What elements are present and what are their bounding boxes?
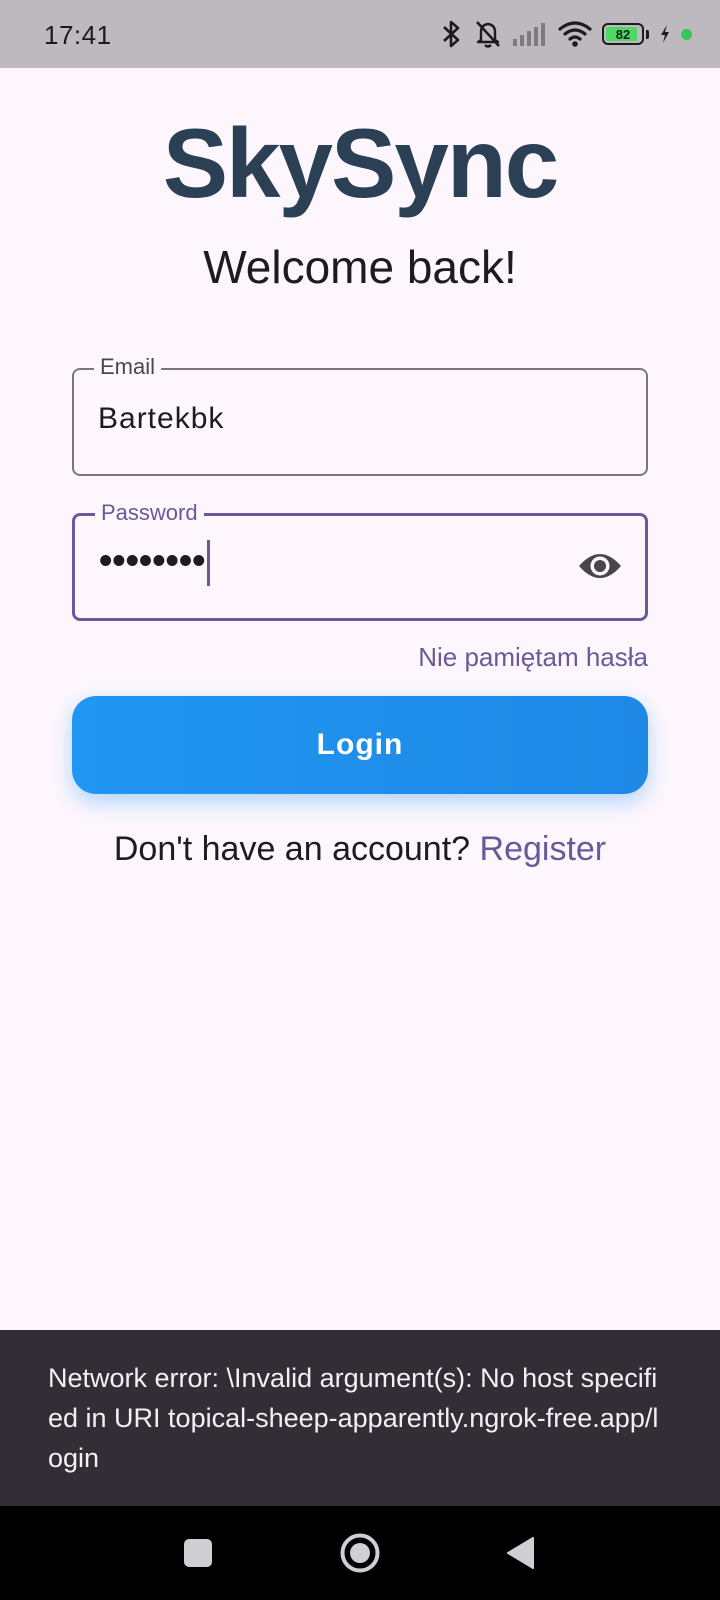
password-field[interactable]: Password ••••••••: [72, 500, 648, 621]
email-field[interactable]: Email Bartekbk: [72, 354, 648, 476]
battery-level: 82: [615, 26, 631, 42]
wifi-icon: [558, 20, 592, 48]
email-label: Email: [94, 354, 162, 380]
recents-square-icon[interactable]: [158, 1506, 238, 1600]
charging-icon: [659, 24, 671, 44]
password-label: Password: [95, 500, 204, 526]
battery-icon: 82: [602, 23, 644, 45]
status-icons: 82: [438, 18, 692, 50]
status-bar: 17:41 82: [0, 0, 720, 68]
eye-icon[interactable]: [577, 548, 623, 584]
app-logo: SkySync: [162, 108, 560, 218]
text-cursor: [207, 540, 211, 586]
login-button[interactable]: Login: [72, 696, 648, 794]
signal-icon: [512, 21, 548, 47]
home-circle-icon[interactable]: [320, 1506, 400, 1600]
register-prompt: Don't have an account?: [113, 830, 471, 868]
password-value: ••••••••: [99, 540, 211, 586]
email-value: Bartekbk: [98, 402, 225, 435]
bell-off-icon: [474, 19, 502, 49]
battery-tip: [646, 29, 649, 39]
forgot-password-link[interactable]: Nie pamiętam hasła: [418, 642, 648, 673]
welcome-title: Welcome back!: [203, 241, 517, 293]
login-screen: 17:41 82 SkySync Welcome back! Email Bar…: [0, 0, 720, 1600]
password-mask: ••••••••: [99, 540, 206, 583]
status-time: 17:41: [44, 20, 112, 50]
navigation-bar: [0, 1506, 720, 1600]
error-snackbar: Network error: \Invalid argument(s): No …: [0, 1330, 720, 1506]
charging-dot-icon: [681, 28, 692, 40]
back-triangle-icon[interactable]: [480, 1506, 560, 1600]
register-link[interactable]: Register: [480, 830, 607, 868]
snackbar-message: Network error: \Invalid argument(s): No …: [48, 1363, 659, 1473]
register-row: Don't have an account? Register: [0, 830, 720, 869]
bluetooth-icon: [438, 19, 464, 49]
